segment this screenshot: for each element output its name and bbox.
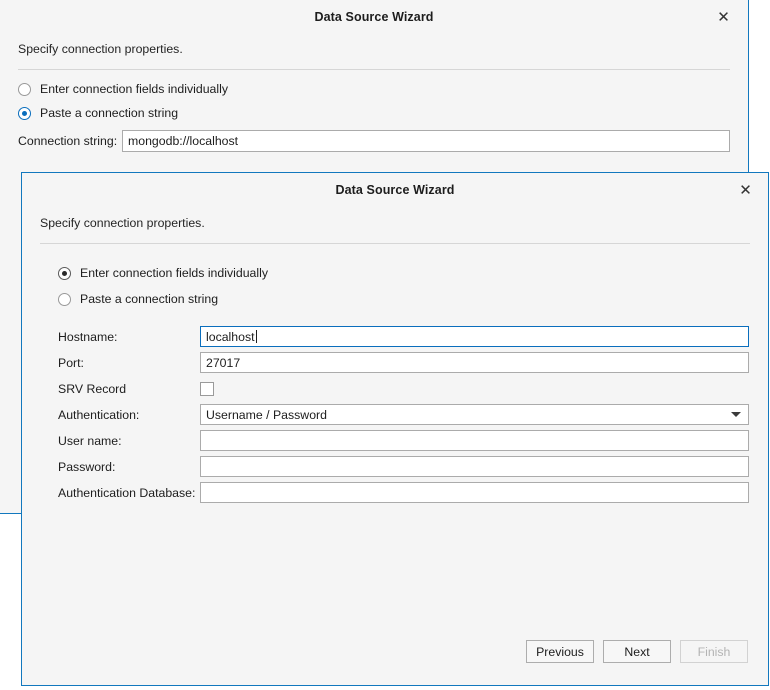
radio-enter-fields-individually[interactable]: Enter connection fields individually (58, 266, 749, 280)
port-row: Port: 27017 (58, 352, 749, 373)
password-label: Password: (58, 459, 116, 474)
dialog-body: Enter connection fields individually Pas… (22, 244, 768, 685)
bg-radio-enter-fields[interactable]: Enter connection fields individually (18, 82, 730, 96)
background-window-title: Data Source Wizard (314, 9, 434, 24)
foreground-wizard-dialog[interactable]: Data Source Wizard ✕ Specify connection … (21, 172, 769, 686)
password-row: Password: (58, 456, 749, 477)
background-window-titlebar: Data Source Wizard ✕ (0, 0, 748, 33)
user-name-input[interactable] (200, 430, 749, 451)
authentication-value: Username / Password (206, 407, 327, 422)
auth-database-input[interactable] (200, 482, 749, 503)
hostname-input[interactable]: localhost (200, 326, 749, 347)
bg-radio-enter-fields-label: Enter connection fields individually (40, 82, 228, 96)
radio-icon (18, 82, 31, 96)
dialog-subtitle: Specify connection properties. (40, 216, 205, 230)
radio-icon (58, 266, 71, 280)
port-label: Port: (58, 355, 84, 370)
bg-radio-paste-string-label: Paste a connection string (40, 106, 179, 120)
bg-connection-string-row: Connection string: mongodb://localhost (18, 129, 730, 152)
authentication-row: Authentication: Username / Password (58, 404, 749, 425)
radio-icon (18, 106, 31, 120)
srv-record-label: SRV Record (58, 381, 127, 396)
authentication-select[interactable]: Username / Password (200, 404, 749, 425)
radio-enter-fields-label: Enter connection fields individually (80, 266, 268, 280)
text-caret (255, 330, 257, 343)
background-subtitle: Specify connection properties. (18, 42, 183, 56)
radio-icon (58, 292, 71, 306)
dialog-titlebar: Data Source Wizard ✕ (22, 173, 768, 207)
password-input[interactable] (200, 456, 749, 477)
close-icon[interactable]: ✕ (701, 0, 746, 34)
port-value: 27017 (206, 355, 241, 370)
radio-paste-connection-string[interactable]: Paste a connection string (58, 292, 749, 306)
bg-connection-string-input[interactable]: mongodb://localhost (122, 129, 730, 152)
authentication-label: Authentication: (58, 407, 140, 422)
previous-button[interactable]: Previous (526, 640, 594, 663)
screen: Data Source Wizard ✕ Specify connection … (0, 0, 770, 690)
close-icon[interactable]: ✕ (723, 173, 768, 207)
finish-button: Finish (680, 640, 748, 663)
dialog-button-row: Previous Next Finish (526, 640, 748, 663)
hostname-row: Hostname: localhost (58, 326, 749, 347)
user-name-row: User name: (58, 430, 749, 451)
bg-connection-string-label: Connection string: (18, 133, 118, 148)
srv-record-row: SRV Record (58, 378, 749, 399)
chevron-down-icon (731, 412, 741, 417)
hostname-label: Hostname: (58, 329, 118, 344)
port-input[interactable]: 27017 (200, 352, 749, 373)
auth-database-label: Authentication Database: (58, 485, 196, 500)
srv-record-checkbox[interactable] (200, 381, 214, 396)
user-name-label: User name: (58, 433, 122, 448)
hostname-value: localhost (206, 329, 255, 344)
bg-radio-paste-string[interactable]: Paste a connection string (18, 106, 730, 120)
radio-paste-string-label: Paste a connection string (80, 292, 219, 306)
bg-connection-string-value: mongodb://localhost (128, 133, 239, 148)
auth-database-row: Authentication Database: (58, 482, 749, 503)
next-button[interactable]: Next (603, 640, 671, 663)
dialog-title: Data Source Wizard (335, 183, 455, 197)
